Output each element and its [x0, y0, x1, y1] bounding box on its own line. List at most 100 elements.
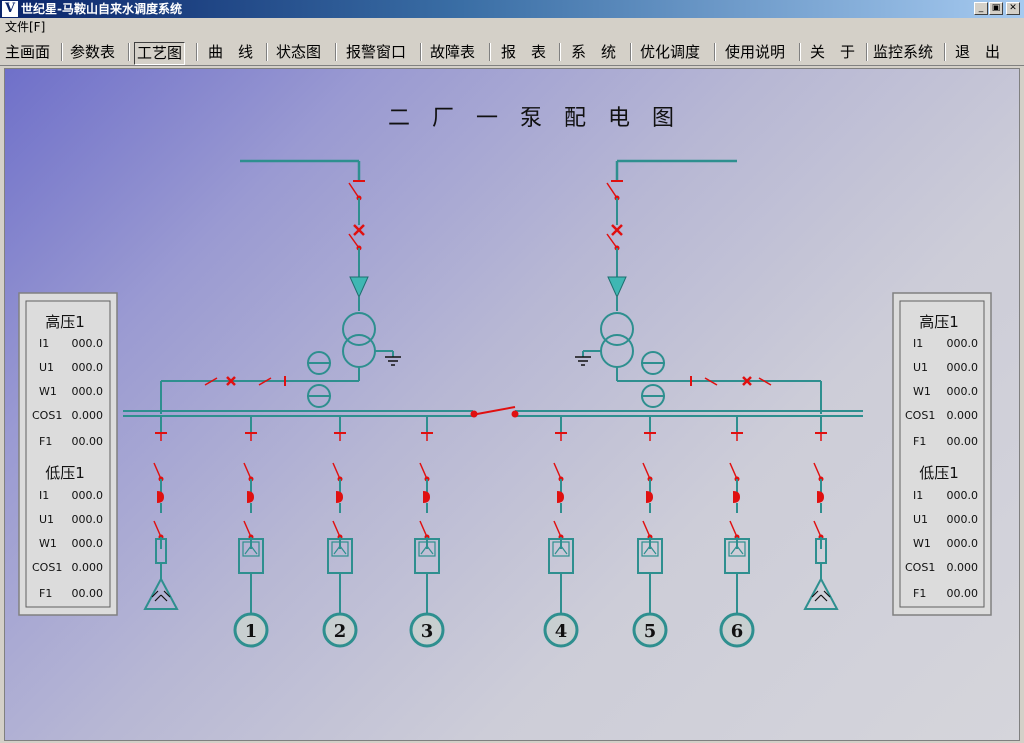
- tab-curves[interactable]: 曲 线: [208, 42, 253, 63]
- left-incoming-switchgear[interactable]: [348, 180, 369, 311]
- tab-report[interactable]: 报 表: [501, 42, 546, 63]
- diagram-canvas: 二 厂 一 泵 配 电 图 1 2 3 4 5 6 高压1 I1 000.0 U…: [4, 68, 1020, 741]
- right-transformer[interactable]: [582, 312, 822, 414]
- metric-value: 000.0: [72, 361, 104, 374]
- feeder-capacitor-right[interactable]: [803, 417, 839, 610]
- left-transformer[interactable]: [160, 312, 394, 414]
- toolbar-separator: [196, 43, 198, 61]
- minimize-button[interactable]: _: [974, 2, 988, 15]
- metric-value: 0.000: [947, 409, 979, 422]
- metric-value: 000.0: [72, 489, 104, 502]
- metric-label: W1: [913, 385, 931, 398]
- right-incoming-switchgear[interactable]: [606, 180, 627, 311]
- feeder-pump-4[interactable]: [548, 417, 574, 613]
- tab-status[interactable]: 状态图: [276, 42, 321, 63]
- menu-file[interactable]: 文件[F]: [5, 20, 45, 34]
- metric-value: 000.0: [72, 537, 104, 550]
- metric-value: 000.0: [947, 513, 979, 526]
- feeder-pump-3[interactable]: [414, 417, 440, 613]
- pump-motor-4[interactable]: 4: [543, 612, 579, 648]
- toolbar-separator: [866, 43, 868, 61]
- pump-motor-2[interactable]: 2: [322, 612, 358, 648]
- toolbar-separator: [61, 43, 63, 61]
- feeder-pump-1[interactable]: [238, 417, 264, 613]
- tab-about[interactable]: 关 于: [810, 42, 855, 63]
- tab-monitoring-system[interactable]: 监控系统: [873, 42, 933, 63]
- pump-motor-5[interactable]: 5: [632, 612, 668, 648]
- pump-3-label: 3: [421, 621, 434, 642]
- metric-label: U1: [39, 513, 54, 526]
- tab-system[interactable]: 系 统: [571, 42, 616, 63]
- toolbar-separator: [128, 43, 130, 61]
- metric-label: COS1: [905, 561, 935, 574]
- metric-label: F1: [39, 587, 52, 600]
- metric-value: 000.0: [947, 361, 979, 374]
- tab-main[interactable]: 主画面: [5, 42, 50, 63]
- metric-value: 0.000: [72, 561, 104, 574]
- toolbar-separator: [266, 43, 268, 61]
- metric-label: I1: [913, 489, 923, 502]
- metric-value: 000.0: [947, 537, 979, 550]
- tab-process-diagram[interactable]: 工艺图: [134, 42, 186, 65]
- toolbar-separator: [489, 43, 491, 61]
- tab-user-guide[interactable]: 使用说明: [725, 42, 785, 63]
- pump-motor-6[interactable]: 6: [719, 612, 755, 648]
- metric-value: 000.0: [947, 337, 979, 350]
- metric-value: 00.00: [947, 587, 979, 600]
- feeder-capacitor-left[interactable]: [143, 417, 179, 610]
- metric-value: 000.0: [72, 385, 104, 398]
- power-distribution-diagram: 二 厂 一 泵 配 电 图 1 2 3 4 5 6 高压1 I1 000.0 U…: [18, 106, 992, 648]
- metric-label: W1: [39, 385, 57, 398]
- metric-label: F1: [913, 435, 926, 448]
- pump-1-label: 1: [245, 621, 258, 642]
- toolbar-separator: [630, 43, 632, 61]
- metric-label: W1: [913, 537, 931, 550]
- maximize-button[interactable]: ▣: [989, 2, 1003, 15]
- left-measurement-panel: 高压1 I1 000.0 U1 000.0 W1 000.0 COS1 0.00…: [18, 292, 118, 616]
- metric-label: COS1: [32, 409, 62, 422]
- toolbar-separator: [335, 43, 337, 61]
- toolbar: 主画面 参数表 工艺图 曲 线 状态图 报警窗口 故障表 报 表 系 统 优化调…: [0, 38, 1024, 66]
- feeder-pump-6[interactable]: [724, 417, 750, 613]
- feeder-pump-5[interactable]: [637, 417, 663, 613]
- metric-value: 000.0: [947, 385, 979, 398]
- metric-value: 000.0: [72, 337, 104, 350]
- metric-label: U1: [913, 361, 928, 374]
- close-button[interactable]: ✕: [1006, 2, 1020, 15]
- title-bar: V 世纪星-马鞍山自来水调度系统 _ ▣ ✕: [0, 0, 1024, 18]
- metric-value: 0.000: [947, 561, 979, 574]
- metric-value: 0.000: [72, 409, 104, 422]
- metric-label: U1: [913, 513, 928, 526]
- metric-label: F1: [39, 435, 52, 448]
- lv-title: 低压1: [45, 464, 85, 482]
- pump-2-label: 2: [334, 621, 347, 642]
- ground-icon: [385, 356, 401, 366]
- pump-motor-3[interactable]: 3: [409, 612, 445, 648]
- hv-title: 高压1: [45, 313, 85, 331]
- metric-value: 00.00: [72, 587, 104, 600]
- incoming-line-right: [615, 159, 737, 181]
- tab-optimized-dispatch[interactable]: 优化调度: [640, 42, 700, 63]
- feeder-pump-2[interactable]: [327, 417, 353, 613]
- tab-parameters[interactable]: 参数表: [70, 42, 115, 63]
- metric-value: 000.0: [72, 513, 104, 526]
- tab-fault-table[interactable]: 故障表: [430, 42, 475, 63]
- toolbar-separator: [420, 43, 422, 61]
- right-measurement-panel: 高压1 I1 000.0 U1 000.0 W1 000.0 COS1 0.00…: [892, 292, 992, 616]
- pump-motor-1[interactable]: 1: [233, 612, 269, 648]
- metric-label: COS1: [32, 561, 62, 574]
- tab-alarm-window[interactable]: 报警窗口: [346, 42, 406, 63]
- lv-title: 低压1: [919, 464, 959, 482]
- tab-exit[interactable]: 退 出: [955, 42, 1000, 63]
- metric-value: 00.00: [947, 435, 979, 448]
- ground-icon: [575, 356, 591, 366]
- metric-label: COS1: [905, 409, 935, 422]
- bus-tie-switch[interactable]: [470, 406, 519, 418]
- hv-title: 高压1: [919, 313, 959, 331]
- metric-value: 000.0: [947, 489, 979, 502]
- menu-bar: 文件[F]: [0, 18, 1024, 36]
- metric-label: I1: [39, 489, 49, 502]
- metric-label: F1: [913, 587, 926, 600]
- pump-6-label: 6: [731, 621, 744, 642]
- window-title: 世纪星-马鞍山自来水调度系统: [21, 2, 182, 16]
